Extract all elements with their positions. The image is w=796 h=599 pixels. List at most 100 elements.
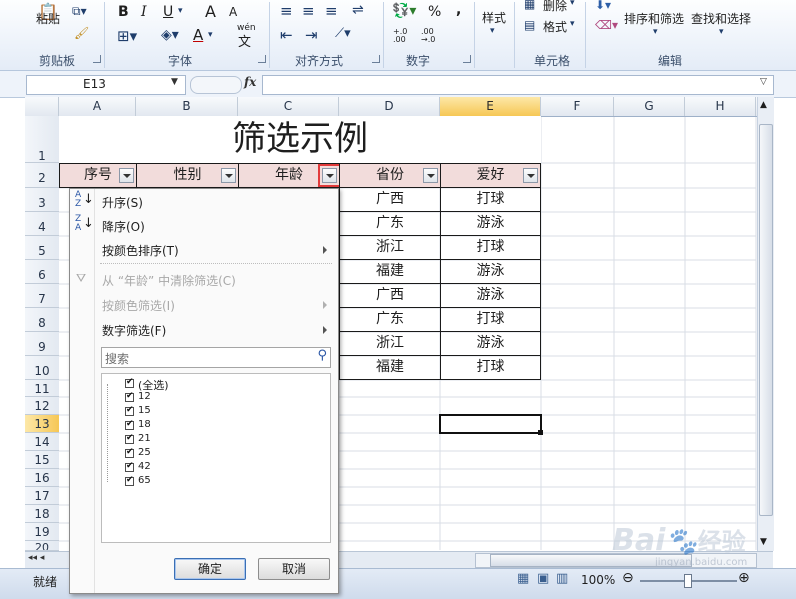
checkbox-checked-icon	[125, 419, 134, 430]
filter-dropdown-age-icon[interactable]	[322, 168, 337, 183]
row-header-18[interactable]: 18	[25, 505, 59, 523]
row-header-17[interactable]: 17	[25, 487, 59, 505]
filter-dropdown-menu: AZ ↓ 升序(S) ZA ↓ 降序(O) 按颜色排序(T) ⛛ 从 “年龄” …	[69, 188, 339, 594]
cell-e10[interactable]: 打球	[440, 355, 541, 380]
column-header-c[interactable]: C	[238, 97, 339, 116]
ok-button[interactable]: 确定	[174, 558, 246, 580]
menu-item-sort-by-color[interactable]: 按颜色排序(T)	[73, 239, 335, 259]
row-header-1[interactable]: 1	[25, 116, 59, 163]
page-break-icon[interactable]: ▥	[556, 571, 568, 586]
filter-sorted-icon[interactable]	[119, 168, 134, 183]
row-header-10[interactable]: 10	[25, 356, 59, 380]
row-header-9[interactable]: 9	[25, 332, 59, 356]
submenu-arrow-icon	[323, 301, 327, 309]
watermark-logo: Bai🐾经验	[612, 522, 746, 558]
menu-item-sort-asc[interactable]: AZ ↓ 升序(S)	[73, 191, 335, 211]
page-layout-icon[interactable]: ▣	[537, 571, 549, 586]
filter-dropdown-icon[interactable]	[221, 168, 236, 183]
header-text-gender: 性别	[173, 167, 202, 183]
row-header-15[interactable]: 15	[25, 451, 59, 469]
cell-d4[interactable]: 广东	[339, 211, 441, 236]
search-icon[interactable]: ⚲	[317, 348, 327, 363]
status-ready: 就绪	[33, 575, 58, 589]
header-text-hobby: 爱好	[476, 167, 505, 183]
cell-d9[interactable]: 浙江	[339, 331, 441, 356]
row-header-3[interactable]: 3	[25, 188, 59, 212]
zoom-out-icon[interactable]: ⊖	[622, 570, 634, 586]
column-header-a[interactable]: A	[59, 97, 136, 116]
row-header-2[interactable]: 2	[25, 163, 59, 188]
cell-e8[interactable]: 打球	[440, 307, 541, 332]
checkbox-item[interactable]: 21	[106, 433, 246, 446]
scroll-down-icon[interactable]: ▼	[760, 537, 767, 547]
checkbox-item[interactable]: 15	[106, 405, 246, 418]
sort-desc-icon: ZA	[75, 214, 82, 233]
cell-d3[interactable]: 广西	[339, 187, 441, 212]
row-header-7[interactable]: 7	[25, 284, 59, 308]
filter-value-list: (全选) 12 15 18 21 25 42 65	[101, 373, 331, 543]
filter-dropdown-icon[interactable]	[523, 168, 538, 183]
row-header-14[interactable]: 14	[25, 433, 59, 451]
cell-e6[interactable]: 游泳	[440, 259, 541, 284]
checkbox-label: 15	[138, 405, 151, 416]
checkbox-checked-icon	[125, 475, 134, 486]
checkbox-label: 18	[138, 419, 151, 430]
checkbox-item-select-all[interactable]: (全选)	[106, 377, 246, 392]
cell-e9[interactable]: 游泳	[440, 331, 541, 356]
menu-item-sort-desc[interactable]: ZA ↓ 降序(O)	[73, 215, 335, 235]
menu-label: 升序(S)	[102, 196, 143, 210]
checkbox-checked-icon	[125, 447, 134, 458]
row-header-16[interactable]: 16	[25, 469, 59, 487]
cancel-button[interactable]: 取消	[258, 558, 330, 580]
row-header-8[interactable]: 8	[25, 308, 59, 332]
column-header-h[interactable]: H	[685, 97, 756, 116]
selected-cell-e13[interactable]	[439, 414, 542, 434]
zoom-in-icon[interactable]: ⊕	[738, 570, 750, 586]
sheet-nav-first-icon[interactable]: ◂◂ ◂	[28, 553, 44, 563]
column-header-b[interactable]: B	[136, 97, 238, 116]
filter-search-input[interactable]: 搜索 ⚲	[101, 347, 331, 368]
checkbox-checked-icon	[125, 461, 134, 472]
scroll-up-icon[interactable]: ▲	[760, 100, 767, 110]
cell-e3[interactable]: 打球	[440, 187, 541, 212]
cell-e4[interactable]: 游泳	[440, 211, 541, 236]
column-header-e[interactable]: E	[440, 97, 541, 116]
row-header-4[interactable]: 4	[25, 212, 59, 236]
sheet-title-cell[interactable]: 筛选示例	[59, 116, 541, 163]
menu-label: 数字筛选(F)	[102, 324, 167, 338]
checkbox-label: 65	[138, 475, 151, 486]
column-header-d[interactable]: D	[339, 97, 440, 116]
zoom-level[interactable]: 100%	[581, 573, 615, 587]
cell-d7[interactable]: 广西	[339, 283, 441, 308]
filter-dropdown-icon[interactable]	[423, 168, 438, 183]
checkbox-item[interactable]: 18	[106, 419, 246, 432]
menu-item-number-filter[interactable]: 数字筛选(F)	[73, 319, 335, 339]
cell-d8[interactable]: 广东	[339, 307, 441, 332]
zoom-slider-thumb[interactable]	[684, 574, 692, 588]
vertical-scroll-thumb[interactable]	[759, 124, 773, 516]
row-header-20[interactable]: 20	[25, 541, 59, 551]
normal-view-icon[interactable]: ▦	[517, 571, 529, 586]
column-header-f[interactable]: F	[541, 97, 614, 116]
search-placeholder: 搜索	[105, 352, 130, 366]
checkbox-item[interactable]: 65	[106, 475, 246, 488]
cell-d5[interactable]: 浙江	[339, 235, 441, 260]
row-header-5[interactable]: 5	[25, 236, 59, 260]
cell-d10[interactable]: 福建	[339, 355, 441, 380]
cell-e7[interactable]: 游泳	[440, 283, 541, 308]
row-header-12[interactable]: 12	[25, 397, 59, 415]
column-header-g[interactable]: G	[614, 97, 685, 116]
cell-d6[interactable]: 福建	[339, 259, 441, 284]
paw-icon: 🐾	[665, 527, 698, 557]
select-all-corner[interactable]	[25, 97, 59, 116]
cell-e5[interactable]: 打球	[440, 235, 541, 260]
row-header-13[interactable]: 13	[25, 415, 59, 433]
row-header-19[interactable]: 19	[25, 523, 59, 541]
checkbox-item[interactable]: 12	[106, 391, 246, 404]
checkbox-item[interactable]: 42	[106, 461, 246, 474]
sort-desc-arrow-icon: ↓	[83, 216, 94, 231]
checkbox-item[interactable]: 25	[106, 447, 246, 460]
fill-handle[interactable]	[538, 430, 543, 435]
row-header-11[interactable]: 11	[25, 380, 59, 397]
row-header-6[interactable]: 6	[25, 260, 59, 284]
